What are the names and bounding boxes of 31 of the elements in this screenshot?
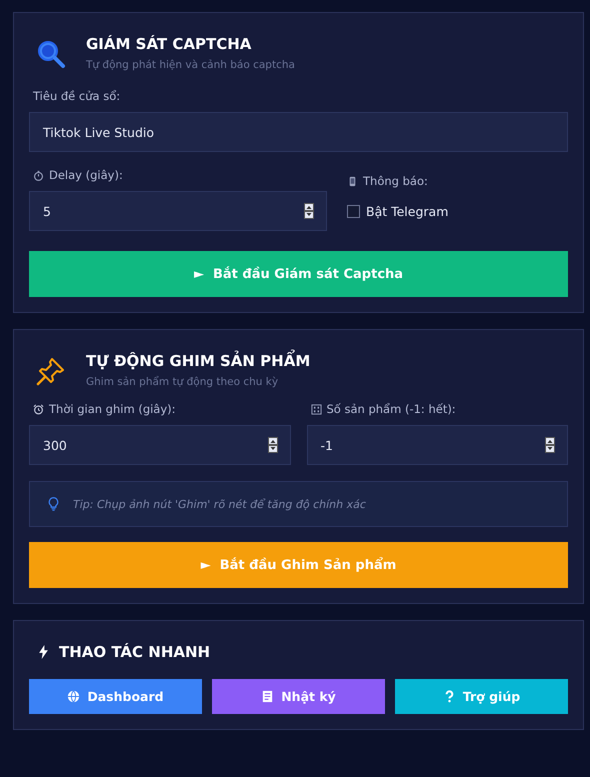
field-label: Delay (giây): (49, 168, 123, 182)
phone-icon (347, 176, 358, 186)
quick-action-button[interactable]: Nhật ký (212, 679, 385, 714)
checkbox-label[interactable]: Bật Telegram (366, 204, 448, 219)
spinner-arrows-icon (304, 203, 314, 219)
field-label: Thời gian ghim (giây): (49, 402, 176, 416)
panel-title: THAO TÁC NHANH (59, 643, 210, 661)
number-field[interactable]: 300 (29, 425, 290, 465)
globe-icon (67, 690, 80, 703)
lightning-icon (38, 645, 49, 659)
number-field[interactable]: -1 (306, 425, 568, 465)
panel-title: GIÁM SÁT CAPTCHA (86, 35, 252, 53)
magnifier-icon (36, 39, 66, 69)
panel-subtitle: Ghim sản phẩm tự động theo chu kỳ (86, 376, 280, 388)
notepad-icon (261, 690, 274, 703)
panel-title: TỰ ĐỘNG GHIM SẢN PHẨM (86, 352, 310, 370)
quick-action-button[interactable]: Dashboard (29, 679, 202, 714)
spinner-arrows-icon (268, 437, 278, 453)
checkbox[interactable] (347, 205, 360, 218)
field-label: Thông báo: (363, 174, 428, 188)
alarm-clock-icon (33, 404, 44, 414)
text-field[interactable]: Tiktok Live Studio (29, 112, 568, 152)
tip-text: Tip: Chụp ảnh nút 'Ghim' rõ nét để tăng độ chính xác (73, 498, 366, 510)
field-label: Số sản phẩm (-1: hết): (326, 402, 456, 416)
pushpin-icon (36, 356, 66, 386)
spinner-arrows-icon (545, 437, 555, 453)
field-label: Tiêu đề cửa sổ: (33, 89, 120, 103)
stopwatch-icon (33, 170, 44, 180)
panel-subtitle: Tự động phát hiện và cảnh báo captcha (86, 59, 295, 71)
number-field[interactable]: 5 (29, 191, 327, 231)
lightbulb-icon (48, 496, 59, 512)
